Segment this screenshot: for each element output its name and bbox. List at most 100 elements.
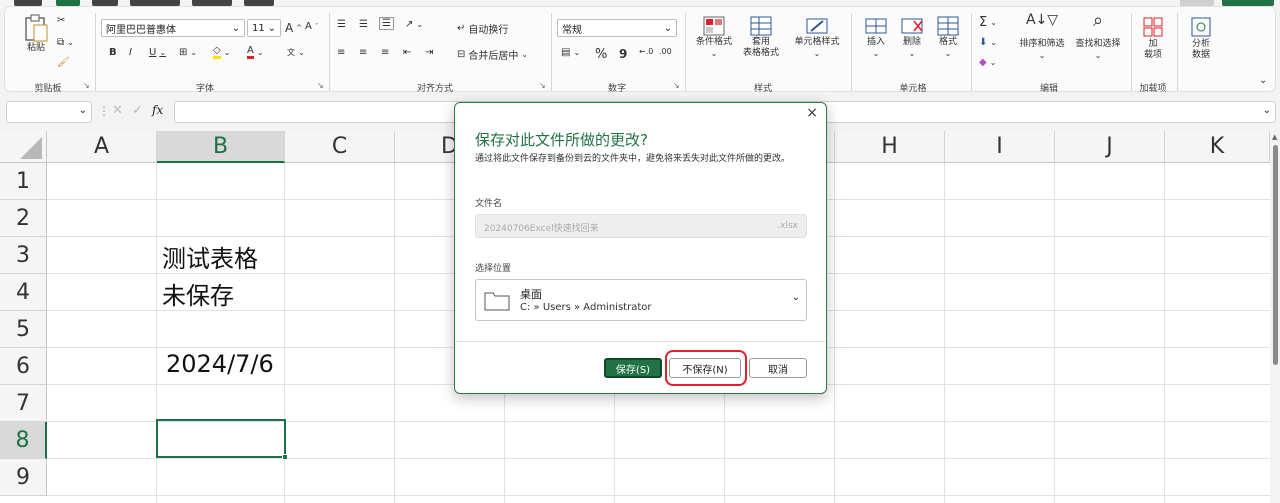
selected-cell-b8[interactable] [156, 419, 288, 460]
select-all-corner[interactable] [0, 131, 47, 163]
column-header-a[interactable]: A [47, 131, 157, 163]
orientation-button[interactable]: ↗ ⌄ [405, 19, 423, 30]
sort-filter-button[interactable]: A↓▽ 排序和筛选 ⌄ [1013, 13, 1071, 61]
row-header-5[interactable]: 5 [0, 311, 47, 348]
collapse-ribbon-button[interactable]: ⌄ [1259, 75, 1267, 86]
divider [851, 13, 852, 91]
align-center-button[interactable]: ≡ [359, 47, 367, 58]
comma-button[interactable]: 9 [619, 47, 627, 61]
more-icon: ⋮ [98, 104, 110, 118]
addins-group-label: 加载项 [1139, 84, 1167, 94]
accounting-button[interactable]: ▤ ⌄ [561, 47, 580, 58]
column-header-i[interactable]: I [945, 131, 1055, 163]
column-header-b[interactable]: B [157, 131, 285, 163]
decrease-indent-button[interactable]: ⇤ [403, 47, 411, 58]
delete-label: 删除 [902, 37, 921, 47]
row-header-6[interactable]: 6 [0, 348, 47, 385]
increase-decimal-button[interactable]: ←.0 [639, 47, 653, 56]
format-as-table-button[interactable]: 套用 表格格式 [739, 15, 783, 59]
decrease-decimal-button[interactable]: .00 [659, 47, 672, 56]
align-left-icon: ≡ [337, 47, 346, 58]
divider [1131, 13, 1132, 91]
fill-handle[interactable] [282, 454, 288, 460]
wrap-text-button[interactable]: ↵ 自动换行 [457, 21, 508, 36]
cell-styles-button[interactable]: 单元格样式 ⌄ [789, 15, 845, 59]
font-launcher-icon[interactable]: ↘ [317, 81, 324, 90]
eraser-icon: ◆ [979, 57, 987, 68]
align-top-icon: ☰ [337, 19, 346, 30]
cell-b4[interactable]: 未保存 [162, 276, 234, 311]
border-button[interactable]: ⊞ ⌄ [179, 47, 197, 58]
row-header-8[interactable]: 8 [0, 422, 47, 459]
column-header-h[interactable]: H [835, 131, 945, 163]
row-header-9[interactable]: 9 [0, 459, 47, 496]
font-name-select[interactable]: 阿里巴巴普惠体 ⌄ [101, 19, 245, 37]
format-painter-button[interactable]: 🖌 [57, 57, 70, 68]
alignment-launcher-icon[interactable]: ↘ [539, 81, 546, 90]
format-button[interactable]: 格式 ⌄ [931, 15, 965, 59]
close-icon[interactable]: × [806, 105, 818, 121]
autosum-button[interactable]: Σ ⌄ [979, 15, 997, 30]
row-header-3[interactable]: 3 [0, 237, 47, 274]
percent-button[interactable]: % [595, 47, 607, 62]
underline-button[interactable]: U ⌄ [149, 47, 166, 58]
insert-function-icon[interactable]: fx [152, 103, 163, 117]
increase-decimal-icon: ←.0 [639, 47, 654, 56]
italic-button[interactable]: I [129, 47, 132, 58]
confirm-entry-icon[interactable]: ✓ [132, 103, 143, 118]
clear-button[interactable]: ◆ ⌄ [979, 57, 996, 68]
conditional-format-button[interactable]: 条件格式 ⌄ [689, 15, 739, 59]
scrollbar-thumb[interactable] [1273, 145, 1278, 365]
fill-button[interactable]: ⬇ ⌄ [979, 37, 997, 48]
chevron-down-icon: ⌄ [1262, 105, 1271, 116]
merge-center-button[interactable]: ⊟ 合并后居中 ⌄ [457, 47, 528, 62]
align-middle-button[interactable]: ☰ [359, 19, 368, 30]
column-header-j[interactable]: J [1055, 131, 1165, 163]
increase-indent-button[interactable]: ⇥ [425, 47, 433, 58]
bold-button[interactable]: B [109, 47, 117, 58]
cell-b3[interactable]: 测试表格 [162, 239, 258, 274]
analyze-data-button[interactable]: 分析 数据 [1183, 15, 1219, 61]
column-header-c[interactable]: C [285, 131, 395, 163]
row-header-1[interactable]: 1 [0, 163, 47, 200]
find-select-button[interactable]: ⌕ 查找和选择 ⌄ [1069, 12, 1127, 61]
cut-button[interactable]: ✂ [57, 15, 65, 26]
paste-button[interactable]: 粘贴 [19, 13, 53, 54]
clipboard-launcher-icon[interactable]: ↘ [83, 81, 90, 90]
underline-icon: U [149, 47, 157, 58]
fill-color-button[interactable]: ◇ ⌄ [213, 45, 230, 59]
row-header-7[interactable]: 7 [0, 385, 47, 422]
scroll-up-icon[interactable]: ▲ [1272, 133, 1277, 141]
column-header-k[interactable]: K [1165, 131, 1270, 163]
align-left-button[interactable]: ≡ [337, 47, 345, 58]
insert-button[interactable]: 插入 ⌄ [859, 15, 893, 59]
format-cells-icon [937, 16, 959, 36]
cell-b6[interactable]: 2024/7/6 [166, 350, 274, 378]
vertical-scrollbar[interactable]: ▲ [1270, 131, 1280, 503]
save-button[interactable]: 保存(S) [604, 358, 662, 378]
font-size-select[interactable]: 11 ⌄ [247, 19, 281, 37]
number-format-select[interactable]: 常规 ⌄ [557, 19, 677, 37]
align-top-button[interactable]: ☰ [337, 19, 346, 30]
phonetic-button[interactable]: 文 ⌄ [287, 47, 305, 58]
row-header-4[interactable]: 4 [0, 274, 47, 311]
folder-icon [484, 292, 510, 311]
highlight-ring [665, 350, 747, 386]
find-select-label: 查找和选择 [1075, 39, 1121, 49]
shrink-font-button[interactable]: Aˇ [305, 21, 318, 32]
align-bottom-button[interactable]: ☰ [379, 17, 394, 30]
number-launcher-icon[interactable]: ↘ [673, 81, 680, 90]
delete-button[interactable]: 删除 ⌄ [895, 15, 929, 59]
align-right-button[interactable]: ≡ [381, 47, 389, 58]
grow-font-button[interactable]: A ^ [285, 21, 302, 35]
location-select[interactable]: 桌面 C: » Users » Administrator ⌄ [475, 279, 807, 321]
row-header-2[interactable]: 2 [0, 200, 47, 237]
name-box[interactable]: ⌄ [6, 101, 92, 123]
font-color-button[interactable]: A ⌄ [247, 45, 264, 59]
copy-button[interactable]: ⧉ ⌄ [57, 37, 74, 48]
divider [329, 13, 330, 91]
cancel-button[interactable]: 取消 [749, 358, 807, 378]
addins-button[interactable]: 加 载项 [1135, 15, 1171, 61]
cancel-entry-icon[interactable]: ✕ [112, 103, 123, 118]
merge-icon: ⊟ [457, 49, 466, 60]
